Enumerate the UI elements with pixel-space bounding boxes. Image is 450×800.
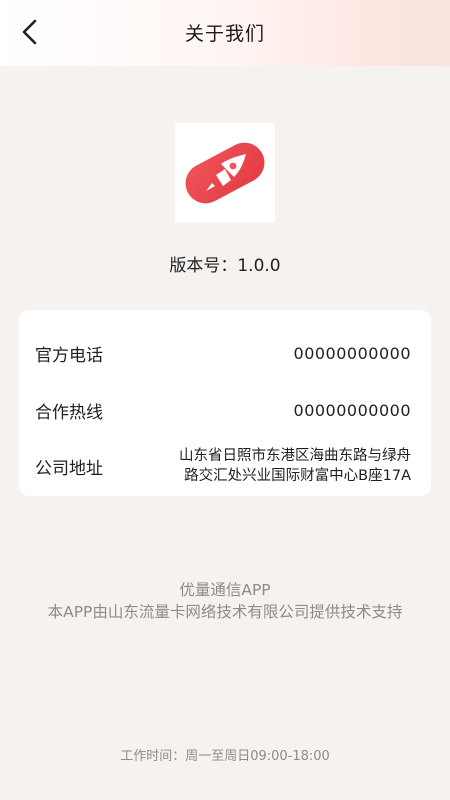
version-label: 版本号： <box>169 256 238 276</box>
address-label: 公司地址 <box>35 458 103 479</box>
phone-row[interactable]: 官方电话 00000000000 <box>35 341 411 366</box>
hotline-label: 合作热线 <box>35 403 103 423</box>
work-time: 工作时间：周一至周日09:00-18:00 <box>120 749 330 764</box>
address-row: 公司地址 山东省日照市东港区海曲东路与绿舟 路交汇处兴业国际财富中心B座17A <box>35 446 411 486</box>
top-nav-bar: 关于我们 <box>0 0 450 66</box>
version-number: 1.0.0 <box>237 256 281 276</box>
footer-app-name: 优量通信APP <box>179 581 271 599</box>
footer-support-text: 本APP由山东流量卡网络技术有限公司提供技术支持 <box>47 603 403 621</box>
rocket-icon <box>185 142 265 204</box>
phone-label: 官方电话 <box>35 346 103 366</box>
address-line-2: 路交汇处兴业国际财富中心B座17A <box>184 468 411 484</box>
app-logo <box>175 123 275 223</box>
hotline-row[interactable]: 合作热线 00000000000 <box>35 398 411 423</box>
contact-card: 官方电话 00000000000 合作热线 00000000000 公司地址 山… <box>19 310 431 496</box>
page-title: 关于我们 <box>184 23 265 45</box>
hotline-value: 00000000000 <box>293 401 411 420</box>
version-info: 版本号：1.0.0 <box>0 251 450 276</box>
address-line-1: 山东省日照市东港区海曲东路与绿舟 <box>179 448 411 464</box>
address-value: 山东省日照市东港区海曲东路与绿舟 路交汇处兴业国际财富中心B座17A <box>179 446 411 486</box>
phone-value: 00000000000 <box>293 344 411 363</box>
